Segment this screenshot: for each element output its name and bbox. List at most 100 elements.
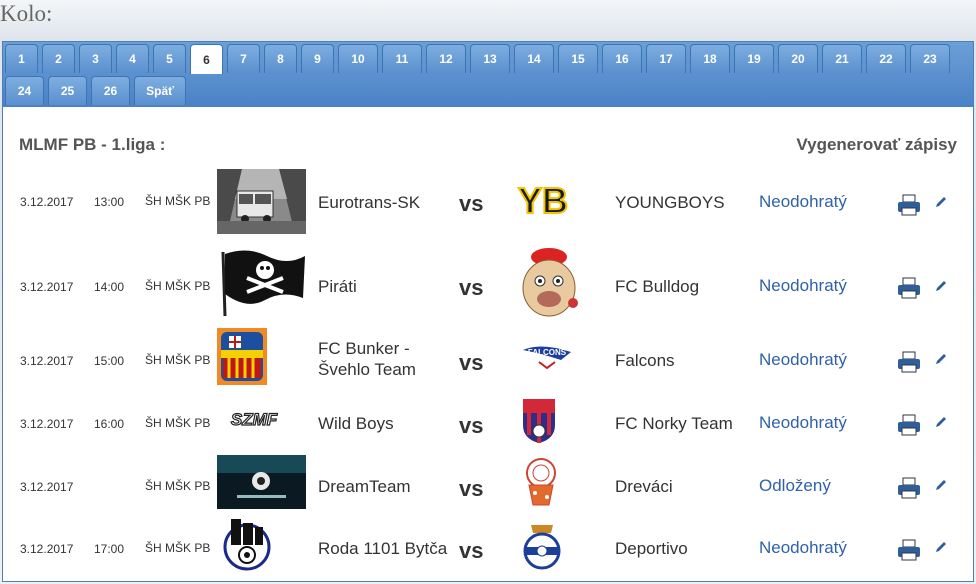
- printer-icon[interactable]: [897, 477, 921, 499]
- away-team-logo: FALCONS: [521, 340, 573, 370]
- pencil-icon[interactable]: [935, 479, 947, 491]
- tab-round-24[interactable]: 24: [5, 76, 44, 105]
- match-row: 3.12.2017 13:00 ŠH MŠK PB Eurotrans-SK v…: [3, 167, 973, 237]
- pencil-icon[interactable]: [935, 280, 947, 292]
- tab-round-10[interactable]: 10: [338, 44, 378, 73]
- tab-round-17[interactable]: 17: [646, 44, 686, 73]
- match-row: 3.12.2017 14:00 ŠH MŠK PB Piráti vs FC B…: [3, 243, 973, 323]
- tab-round-13[interactable]: 13: [470, 44, 510, 73]
- tab-round-12[interactable]: 12: [426, 44, 466, 73]
- tab-round-1[interactable]: 1: [5, 44, 38, 73]
- printer-icon[interactable]: [897, 539, 921, 561]
- szmf-logo-text: SZMF: [231, 410, 278, 429]
- vs-label: vs: [459, 191, 484, 216]
- match-time: 14:00: [94, 280, 125, 294]
- match-status-link[interactable]: Neodohratý: [759, 350, 847, 370]
- away-team-logo: YB: [516, 177, 571, 222]
- pencil-icon[interactable]: [935, 196, 947, 208]
- match-date: 3.12.2017: [20, 542, 74, 556]
- league-title: MLMF PB - 1.liga :: [19, 135, 166, 154]
- tab-round-4[interactable]: 4: [116, 44, 149, 73]
- home-team-name: Wild Boys: [318, 414, 394, 433]
- pencil-icon[interactable]: [935, 416, 947, 428]
- match-date: 3.12.2017: [20, 354, 74, 368]
- tab-round-25[interactable]: 25: [48, 76, 87, 105]
- pencil-icon[interactable]: [935, 541, 947, 553]
- printer-icon[interactable]: [897, 414, 921, 436]
- round-tabs: 1 2 3 4 5 6 7 8 9 10 11 12 13 14 15 16 17 18 19 20 21 22 23 24 2…: [3, 42, 973, 107]
- match-status-link[interactable]: Neodohratý: [759, 276, 847, 296]
- tab-round-22[interactable]: 22: [866, 44, 906, 73]
- pencil-icon[interactable]: [935, 353, 947, 365]
- vs-label: vs: [459, 538, 484, 563]
- tab-round-2[interactable]: 2: [42, 44, 75, 73]
- tab-round-26[interactable]: 26: [91, 76, 130, 105]
- printer-icon[interactable]: [897, 277, 921, 299]
- match-venue: ŠH MŠK PB: [145, 279, 211, 293]
- home-team-name: DreamTeam: [318, 477, 411, 496]
- match-time: 17:00: [94, 542, 125, 556]
- home-team-name: FC Bunker - Švehlo Team: [318, 339, 416, 379]
- away-team-name: Falcons: [615, 351, 675, 370]
- home-team-name: Eurotrans-SK: [318, 193, 421, 212]
- match-time: 16:00: [94, 417, 125, 431]
- match-venue: ŠH MŠK PB: [145, 416, 211, 430]
- tab-round-6[interactable]: 6: [190, 44, 223, 74]
- tab-round-5[interactable]: 5: [153, 44, 186, 73]
- vs-label: vs: [459, 413, 484, 438]
- tab-round-15[interactable]: 15: [558, 44, 598, 73]
- away-team-logo: [521, 519, 563, 571]
- home-team-logo: [221, 517, 273, 571]
- home-team-logo: [217, 248, 306, 316]
- round-panel: 1 2 3 4 5 6 7 8 9 10 11 12 13 14 15 16 17 18 19 20 21 22 23 24 2…: [2, 41, 974, 582]
- match-row: 3.12.2017 ŠH MŠK PB DreamTeam vs Dreváci…: [3, 451, 973, 513]
- away-team-name: Deportivo: [615, 539, 688, 558]
- match-date: 3.12.2017: [20, 280, 74, 294]
- match-time: 15:00: [94, 354, 125, 368]
- vs-label: vs: [459, 275, 484, 300]
- match-date: 3.12.2017: [20, 195, 74, 209]
- printer-icon[interactable]: [897, 194, 921, 216]
- tab-round-11[interactable]: 11: [382, 44, 422, 73]
- tab-round-8[interactable]: 8: [264, 44, 297, 73]
- away-team-logo: [521, 457, 561, 509]
- match-venue: ŠH MŠK PB: [145, 194, 211, 208]
- match-venue: ŠH MŠK PB: [145, 479, 211, 493]
- match-status-link[interactable]: Neodohratý: [759, 192, 847, 212]
- tab-round-21[interactable]: 21: [822, 44, 862, 73]
- tab-round-19[interactable]: 19: [734, 44, 774, 73]
- tab-round-18[interactable]: 18: [690, 44, 730, 73]
- match-row: 3.12.2017 17:00 ŠH MŠK PB Roda 1101 Bytč…: [3, 513, 973, 575]
- match-venue: ŠH MŠK PB: [145, 353, 211, 367]
- match-status-link[interactable]: Neodohratý: [759, 538, 847, 558]
- match-status-link[interactable]: Odložený: [759, 476, 831, 496]
- home-team-name: Piráti: [318, 277, 357, 296]
- home-team-logo: [217, 169, 306, 234]
- page-title: Kolo:: [0, 1, 53, 26]
- generate-records-link[interactable]: Vygenerovať zápisy: [796, 135, 957, 155]
- vs-label: vs: [459, 476, 484, 501]
- printer-icon[interactable]: [897, 351, 921, 373]
- tab-round-16[interactable]: 16: [602, 44, 642, 73]
- match-row: 3.12.2017 16:00 ŠH MŠK PB SZMF Wild Boys…: [3, 389, 973, 451]
- tab-round-3[interactable]: 3: [79, 44, 112, 73]
- tab-round-back[interactable]: Späť: [134, 76, 186, 105]
- away-team-name: YOUNGBOYS: [615, 193, 725, 212]
- tab-round-14[interactable]: 14: [514, 44, 554, 73]
- tab-round-23[interactable]: 23: [910, 44, 950, 73]
- match-time: 13:00: [94, 195, 125, 209]
- away-team-logo: [519, 395, 559, 445]
- match-venue: ŠH MŠK PB: [145, 541, 211, 555]
- yb-logo-text: YB: [518, 180, 568, 221]
- vs-label: vs: [459, 350, 484, 375]
- tab-round-7[interactable]: 7: [227, 44, 260, 73]
- away-team-logo: [519, 243, 579, 323]
- home-team-logo: SZMF: [219, 407, 289, 431]
- match-status-link[interactable]: Neodohratý: [759, 413, 847, 433]
- home-team-logo: [217, 328, 267, 385]
- away-team-name: FC Norky Team: [615, 414, 733, 433]
- match-date: 3.12.2017: [20, 417, 74, 431]
- tab-round-20[interactable]: 20: [778, 44, 818, 73]
- match-row: 3.12.2017 15:00 ŠH MŠK PB FC Bunker - Šv…: [3, 325, 973, 387]
- tab-round-9[interactable]: 9: [301, 44, 334, 73]
